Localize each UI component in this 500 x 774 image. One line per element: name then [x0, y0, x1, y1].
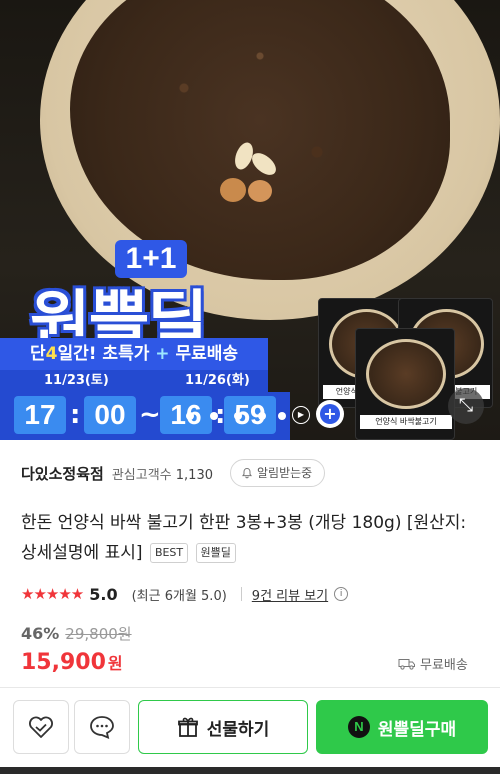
home-indicator: [0, 767, 500, 774]
divider: [240, 587, 242, 601]
rating-row: ★★★★★ 5.0 (최근 6개월 5.0) 9건 리뷰 보기 i: [21, 582, 349, 606]
jujube-garnish: [248, 180, 272, 202]
timer-tilde: ~: [139, 400, 161, 430]
purchase-bar: 선물하기 N 원쁠딜구매: [0, 687, 500, 774]
original-price: 29,800원: [65, 625, 132, 643]
discount-percent: 46%: [21, 624, 60, 643]
follower-count: 관심고객수 1,130: [111, 467, 213, 483]
product-image-carousel[interactable]: 언양식 바싹불고기 언양식 바싹불고기 언양식 바싹불고기 1+1 원쁠딜 단4…: [0, 0, 500, 440]
review-link[interactable]: 9건 리뷰 보기: [252, 585, 328, 604]
expand-icon[interactable]: ⤡: [448, 388, 484, 424]
countdown-timer: 17 : 00 ~ 16 : 59: [0, 392, 290, 440]
wishlist-button[interactable]: [13, 700, 69, 754]
naver-n-icon: N: [347, 716, 370, 738]
timer-minutes: 00: [84, 396, 136, 434]
rating-score: 5.0: [89, 584, 118, 604]
store-name[interactable]: 다있소정육점: [21, 463, 104, 484]
promo-band: 단4일간! 초특가 + 무료배송: [0, 338, 268, 370]
truck-icon: [398, 658, 415, 670]
recent-rating: (최근 6개월 5.0): [131, 588, 227, 604]
play-icon[interactable]: ▶: [292, 406, 310, 424]
package-image: 언양식 바싹불고기: [355, 328, 455, 440]
jujube-garnish: [220, 178, 246, 202]
product-title: 한돈 언양식 바싹 불고기 한판 3봉+3봉 (개당 180g) [원산지:상세…: [21, 513, 467, 563]
shipping-info: 무료배송: [398, 654, 468, 673]
alert-subscribe-button[interactable]: 알림받는중: [230, 459, 326, 487]
chat-button[interactable]: [74, 700, 130, 754]
start-date: 11/23(토): [44, 373, 109, 388]
info-icon[interactable]: i: [334, 587, 349, 601]
seller-info[interactable]: 다있소정육점 관심고객수 1,130: [21, 458, 213, 488]
gift-button[interactable]: 선물하기: [138, 700, 308, 754]
star-rating-icon: ★★★★★: [21, 585, 84, 603]
timer-minutes-end: 59: [224, 396, 276, 434]
end-date: 11/26(화): [185, 373, 250, 388]
heart-check-icon: [29, 716, 53, 738]
best-tag: BEST: [149, 543, 189, 563]
timer-hours: 17: [14, 396, 66, 434]
chat-icon: [90, 716, 114, 739]
add-icon[interactable]: [316, 400, 344, 428]
promo-dates: 11/23(토) 11/26(화): [0, 370, 268, 392]
sale-price: 15,900 원: [21, 650, 123, 675]
gift-icon: [177, 717, 198, 737]
bell-icon: [242, 467, 252, 479]
buy-button[interactable]: N 원쁠딜구매: [316, 700, 488, 754]
one-plus-deal-tag: 원쁠딜: [195, 543, 236, 563]
discount-row: 46% 29,800원: [21, 623, 132, 644]
